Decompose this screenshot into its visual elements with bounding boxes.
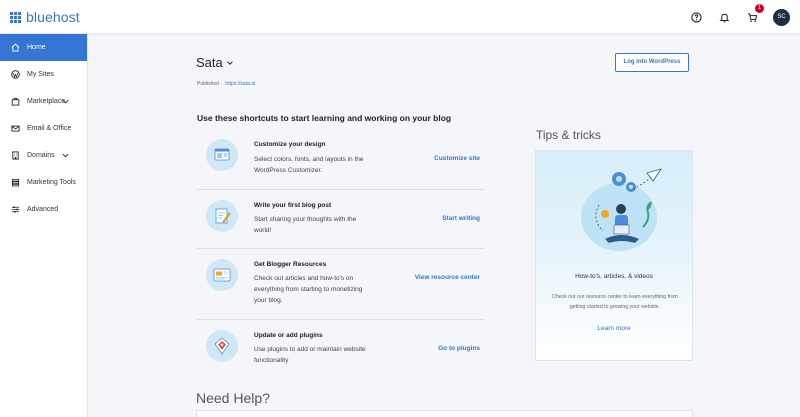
plugin-icon [206, 330, 238, 362]
shortcut-customize-design: Customize your design Select colors, fon… [197, 130, 485, 190]
logo-grid-icon [10, 11, 21, 23]
shortcut-description: Use plugins to add or maintain website f… [254, 346, 366, 364]
shortcut-description: Select colors, fonts, and layouts in the… [254, 156, 364, 174]
sidebar-item-marketplace[interactable]: Marketplace [0, 88, 87, 115]
shortcut-write-post: Write your first blog post Start sharing… [197, 190, 485, 249]
shortcut-plugins: Update or add plugins Use plugins to add… [197, 320, 485, 372]
published-label: Published [197, 81, 219, 87]
pencil-doc-icon [206, 200, 238, 232]
sidebar-item-label: Home [27, 44, 46, 51]
site-url-link[interactable]: https://sata.al [225, 81, 255, 87]
tips-description: Check out our resource center to learn e… [552, 294, 678, 310]
store-icon [11, 97, 20, 106]
sidebar-item-email-office[interactable]: Email & Office [0, 115, 87, 142]
design-icon [206, 139, 238, 171]
go-to-plugins-link[interactable]: Go to plugins [438, 345, 480, 352]
tips-heading: Tips & tricks [536, 128, 601, 142]
shortcut-title: Update or add plugins [254, 332, 323, 339]
sliders-icon [11, 206, 20, 213]
need-help-heading: Need Help? [196, 390, 270, 406]
help-panel [196, 410, 693, 417]
tips-illustration [581, 168, 662, 251]
layers-icon [11, 178, 20, 187]
site-name: Sata [196, 55, 223, 70]
home-icon [11, 43, 20, 52]
building-icon [12, 151, 19, 160]
cart-icon[interactable]: 1 [743, 4, 764, 26]
sidebar-item-marketing-tools[interactable]: Marketing Tools [0, 169, 87, 196]
resources-icon [206, 259, 238, 291]
sidebar-item-label: Marketplace [27, 98, 66, 105]
sidebar-item-home[interactable]: Home [0, 34, 87, 61]
shortcut-blogger-resources: Get Blogger Resources Check out articles… [197, 249, 485, 320]
shortcuts-heading: Use these shortcuts to start learning an… [197, 113, 452, 123]
bluehost-logo[interactable]: bluehost [10, 10, 80, 24]
avatar[interactable]: SC [773, 8, 790, 26]
sidebar-item-label: Marketing Tools [27, 179, 76, 186]
start-writing-link[interactable]: Start writing [442, 215, 480, 222]
shortcut-title: Get Blogger Resources [254, 261, 327, 268]
help-icon[interactable] [687, 8, 705, 26]
customize-site-link[interactable]: Customize site [434, 155, 480, 162]
sidebar-item-my-sites[interactable]: My Sites [0, 61, 87, 88]
wordpress-icon [11, 70, 20, 79]
sidebar-item-label: Advanced [27, 206, 59, 213]
chevron-down-icon[interactable] [61, 97, 70, 106]
published-status: Published · https://sata.al [197, 81, 256, 87]
shortcut-description: Check out articles and how-to's on every… [254, 275, 363, 304]
top-bar: bluehost 1 SC [0, 0, 800, 34]
shortcut-title: Customize your design [254, 141, 326, 148]
sidebar-item-label: Email & Office [27, 125, 72, 132]
cart-badge: 1 [755, 4, 764, 13]
sidebar-item-label: My Sites [27, 71, 54, 78]
mail-icon [11, 125, 20, 132]
tips-title: How-to's, articles, & videos [575, 273, 653, 280]
sidebar: Home My Sites Marketplace Email & Office… [0, 34, 88, 417]
site-selector[interactable]: Sata [196, 55, 234, 70]
view-resource-center-link[interactable]: View resource center [415, 274, 480, 281]
sidebar-item-advanced[interactable]: Advanced [0, 196, 87, 223]
chevron-down-icon[interactable] [61, 151, 70, 160]
chevron-down-icon [226, 60, 233, 65]
log-into-wordpress-button[interactable]: Log into WordPress [615, 53, 689, 72]
logo-text: bluehost [26, 9, 80, 25]
tips-card: How-to's, articles, & videos Check out o… [535, 150, 693, 361]
bell-icon[interactable] [715, 8, 733, 26]
shortcuts-list: Customize your design Select colors, fon… [197, 130, 485, 372]
learn-more-link[interactable]: Learn more [536, 325, 692, 332]
shortcut-description: Start sharing your thoughts with the wor… [254, 216, 357, 234]
sidebar-item-domains[interactable]: Domains [0, 142, 87, 169]
shortcut-title: Write your first blog post [254, 202, 332, 209]
sidebar-item-label: Domains [27, 152, 55, 159]
